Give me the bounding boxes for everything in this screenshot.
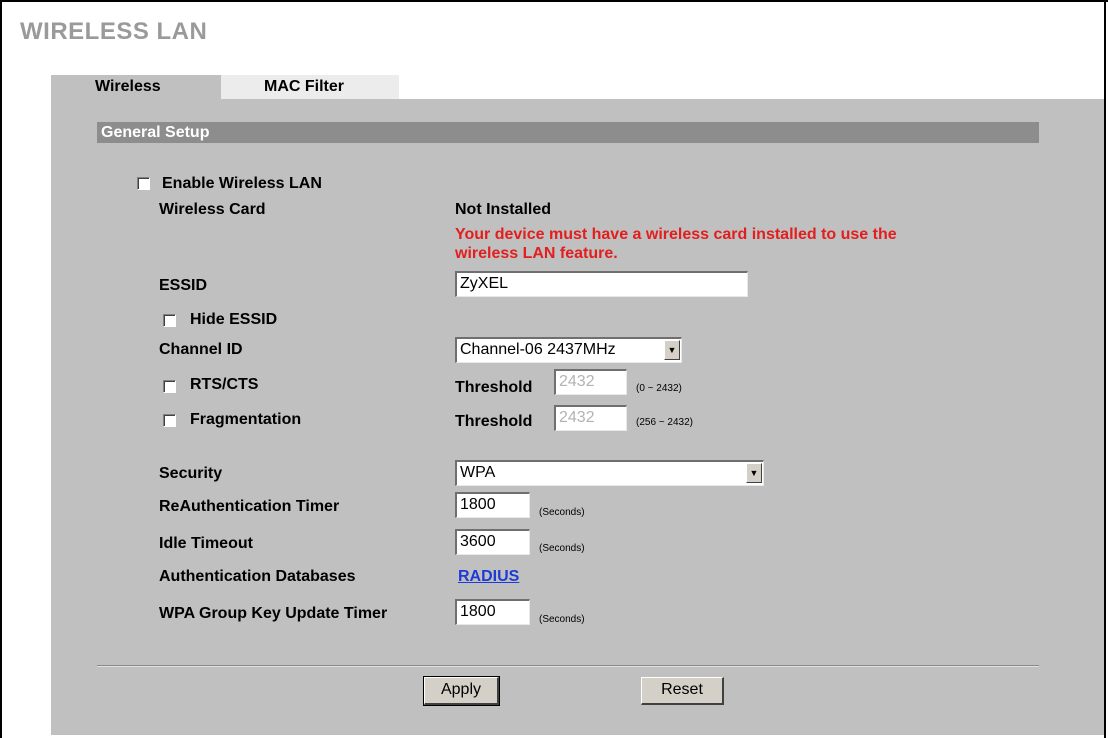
security-value: WPA bbox=[460, 464, 496, 481]
channel-id-value: Channel-06 2437MHz bbox=[460, 341, 616, 358]
apply-button[interactable]: Apply bbox=[423, 676, 500, 706]
reauth-timer-label: ReAuthentication Timer bbox=[159, 498, 340, 515]
fragmentation-threshold-label: Threshold bbox=[455, 413, 533, 430]
idle-timeout-unit: (Seconds) bbox=[539, 543, 585, 554]
fragmentation-threshold-input[interactable]: 2432 bbox=[554, 405, 627, 431]
essid-input[interactable]: ZyXEL bbox=[455, 271, 748, 297]
window-frame-top bbox=[0, 0, 1108, 2]
hide-essid-label: Hide ESSID bbox=[190, 311, 278, 328]
wpa-group-key-timer-input[interactable]: 1800 bbox=[455, 599, 530, 625]
wireless-card-status: Not Installed bbox=[455, 201, 552, 218]
rts-threshold-range: (0 ~ 2432) bbox=[636, 383, 682, 394]
window-frame-left bbox=[0, 0, 2, 738]
rts-cts-checkbox[interactable] bbox=[163, 380, 176, 393]
wireless-card-label: Wireless Card bbox=[159, 201, 266, 218]
form-divider bbox=[97, 665, 1039, 667]
wireless-card-warning: Your device must have a wireless card in… bbox=[455, 225, 1015, 263]
reauth-timer-unit: (Seconds) bbox=[539, 507, 585, 518]
rts-cts-label: RTS/CTS bbox=[190, 376, 259, 393]
idle-timeout-label: Idle Timeout bbox=[159, 535, 253, 552]
wpa-group-key-timer-label: WPA Group Key Update Timer bbox=[159, 605, 388, 622]
fragmentation-label: Fragmentation bbox=[190, 411, 302, 428]
authentication-databases-label: Authentication Databases bbox=[159, 568, 356, 585]
essid-label: ESSID bbox=[159, 277, 208, 294]
section-header-general-setup: General Setup bbox=[97, 122, 1039, 143]
security-label: Security bbox=[159, 465, 223, 482]
wireless-card-warning-line2: wireless LAN feature. bbox=[455, 245, 618, 262]
reauth-timer-input[interactable]: 1800 bbox=[455, 492, 530, 518]
hide-essid-checkbox[interactable] bbox=[163, 314, 176, 327]
rts-threshold-input[interactable]: 2432 bbox=[554, 369, 627, 395]
channel-id-label: Channel ID bbox=[159, 341, 243, 358]
wireless-card-warning-line1: Your device must have a wireless card in… bbox=[455, 226, 897, 243]
enable-wireless-lan-checkbox[interactable] bbox=[137, 177, 150, 190]
fragmentation-threshold-range: (256 ~ 2432) bbox=[636, 417, 693, 428]
chevron-down-icon: ▼ bbox=[746, 463, 762, 483]
radius-link[interactable]: RADIUS bbox=[458, 568, 519, 586]
security-select[interactable]: WPA ▼ bbox=[455, 460, 764, 486]
channel-id-select[interactable]: Channel-06 2437MHz ▼ bbox=[455, 337, 682, 363]
idle-timeout-input[interactable]: 3600 bbox=[455, 529, 530, 555]
page-title: WIRELESS LAN bbox=[20, 18, 208, 45]
tab-wireless[interactable]: Wireless bbox=[51, 75, 221, 99]
enable-wireless-lan-label: Enable Wireless LAN bbox=[162, 175, 322, 192]
wpa-group-key-timer-unit: (Seconds) bbox=[539, 614, 585, 625]
chevron-down-icon: ▼ bbox=[664, 340, 680, 360]
tab-mac-filter[interactable]: MAC Filter bbox=[221, 75, 399, 99]
window-frame-right bbox=[1104, 0, 1106, 738]
fragmentation-checkbox[interactable] bbox=[163, 414, 176, 427]
rts-threshold-label: Threshold bbox=[455, 379, 533, 396]
reset-button[interactable]: Reset bbox=[641, 677, 724, 705]
